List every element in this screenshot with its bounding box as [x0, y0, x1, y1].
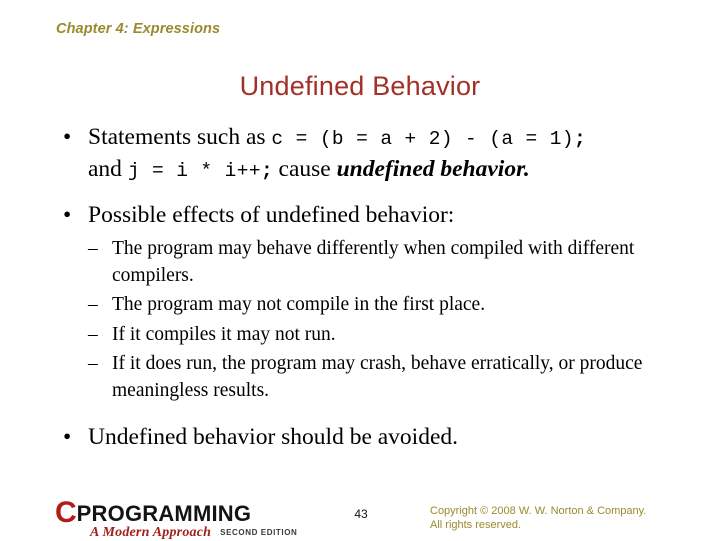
- copyright-line-1: Copyright © 2008 W. W. Norton & Company.: [430, 505, 647, 517]
- copyright-notice: Copyright © 2008 W. W. Norton & Company.…: [430, 505, 646, 532]
- page-number: 43: [354, 507, 368, 521]
- inline-code-statement-1: c = (b = a + 2) - (a = 1): [271, 128, 574, 150]
- bullet-statements-text: Statements such as c = (b = a + 2) - (a …: [88, 124, 586, 182]
- logo-title-line: CPROGRAMMING: [55, 498, 251, 528]
- logo-letter-c-icon: C: [55, 496, 77, 529]
- dash-glyph: –: [88, 238, 98, 259]
- sub-bullet-may-not-run: – If it compiles it may not run.: [88, 322, 684, 349]
- sub-bullet-different-compilers: – The program may behave differently whe…: [88, 236, 684, 289]
- inline-code-semicolon-1: ;: [573, 128, 586, 150]
- emphasis-undefined-behavior: undefined behavior.: [336, 156, 530, 182]
- sub-bullet-may-crash: – If it does run, the program may crash,…: [88, 351, 684, 404]
- sub-bullet-text: The program may behave differently when …: [112, 238, 635, 286]
- dash-glyph: –: [88, 323, 98, 345]
- sub-bullet-text: The program may not compile in the first…: [112, 294, 486, 315]
- bullet-text-segment: cause: [272, 156, 337, 182]
- bullet-list-level2: – The program may behave differently whe…: [88, 236, 684, 404]
- sub-bullet-text: If it does run, the program may crash, b…: [112, 353, 643, 401]
- dash-glyph: –: [88, 353, 98, 374]
- page-title: Undefined Behavior: [239, 71, 481, 101]
- bullet-possible-effects-text: Possible effects of undefined behavior:: [88, 202, 455, 228]
- logo-subtitle-line: A Modern Approach SECOND EDITION: [90, 523, 297, 541]
- bullet-spacer: [44, 188, 684, 198]
- logo-edition: SECOND EDITION: [220, 528, 298, 537]
- book-logo: CPROGRAMMING A Modern Approach SECOND EDI…: [55, 498, 297, 541]
- bullet-text-segment: and: [88, 156, 128, 182]
- bullet-possible-effects: • Possible effects of undefined behavior…: [44, 200, 684, 404]
- sub-bullet-may-not-compile: – The program may not compile in the fir…: [88, 292, 684, 319]
- copyright-line-2: All rights reserved.: [430, 518, 522, 531]
- inline-code-semicolon-2: ;: [260, 160, 273, 182]
- bullet-glyph: •: [63, 202, 72, 228]
- bullet-list-level1: • Statements such as c = (b = a + 2) - (…: [44, 122, 684, 452]
- bullet-text-segment: Statements such as: [88, 124, 272, 150]
- bullet-glyph: •: [63, 424, 72, 450]
- chapter-header: Chapter 4: Expressions: [56, 21, 221, 37]
- logo-subtitle: A Modern Approach: [90, 525, 212, 540]
- inline-code-statement-2: j = i * i++: [127, 160, 261, 182]
- dash-glyph: –: [88, 294, 98, 315]
- bullet-spacer: [44, 408, 684, 420]
- slide-body: • Statements such as c = (b = a + 2) - (…: [44, 122, 684, 454]
- sub-bullet-text: If it compiles it may not run.: [112, 323, 336, 345]
- bullet-should-be-avoided-text: Undefined behavior should be avoided.: [88, 424, 459, 450]
- bullet-glyph: •: [63, 124, 72, 150]
- bullet-statements: • Statements such as c = (b = a + 2) - (…: [44, 122, 684, 186]
- bullet-should-be-avoided: • Undefined behavior should be avoided.: [44, 422, 684, 452]
